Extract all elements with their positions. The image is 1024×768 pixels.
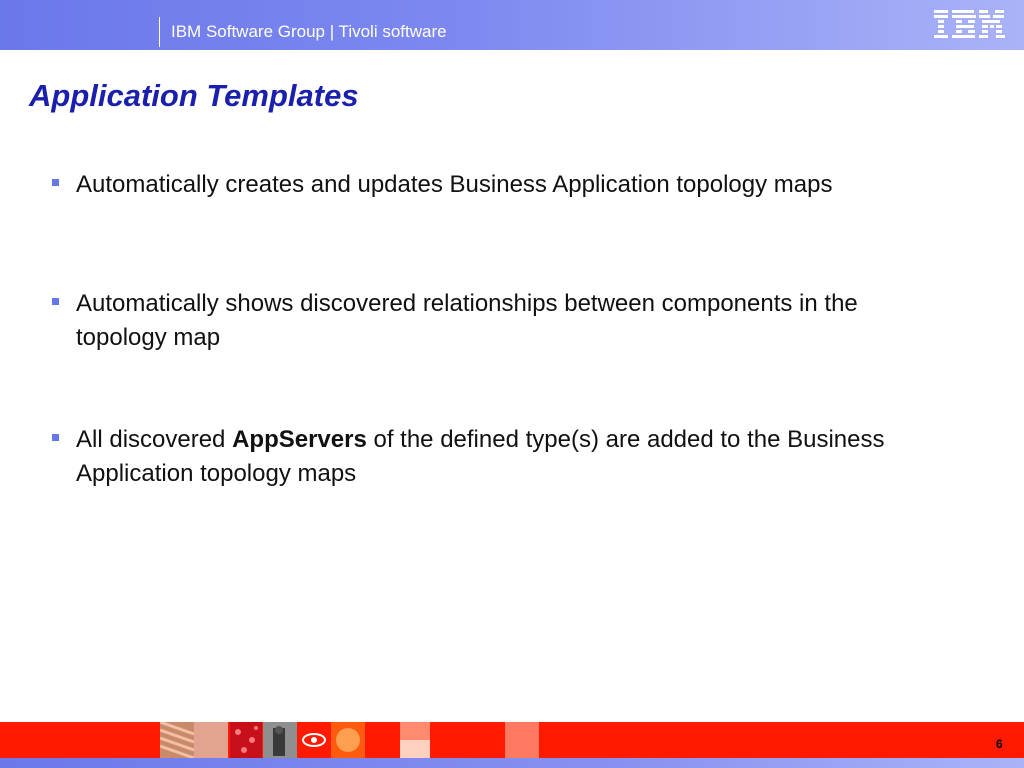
header-title: IBM Software Group | Tivoli software [171,22,447,41]
footer-photo-strip [160,722,539,758]
bullet-text: Automatically shows discovered relations… [76,290,858,351]
bullet-square-icon [52,179,59,186]
page-number: 6 [996,737,1003,751]
bullet-text: All discovered AppServers of the defined… [76,423,906,491]
page-title: Application Templates [29,78,359,113]
bullet-text: Automatically creates and updates Busine… [76,171,833,198]
header-bar: IBM Software Group | Tivoli software [0,0,1024,50]
bullet-square-icon [52,434,59,441]
ibm-logo-icon [934,10,1005,38]
bullet-text-bold: AppServers [232,426,367,453]
bullet-text-lead: All discovered [76,426,233,453]
footer-strip [0,758,1024,768]
bullet-square-icon [52,298,59,305]
header-divider [159,17,160,47]
